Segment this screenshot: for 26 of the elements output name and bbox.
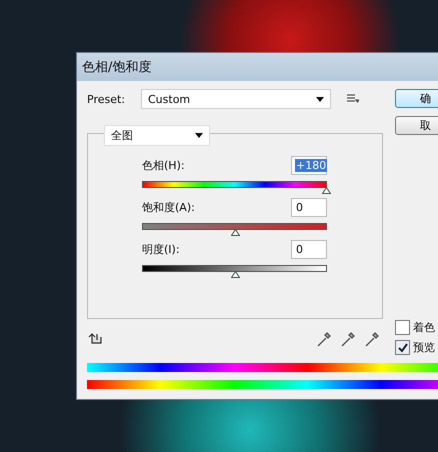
checkbox-label: 预览 [413,340,435,355]
checkbox[interactable] [395,320,410,335]
value-field[interactable]: 0 [291,240,327,259]
slider-label: 色相(H): [142,158,185,173]
eyedropper-icon[interactable] [365,331,379,347]
dialog-button[interactable]: 确 [395,89,438,108]
caret-icon [195,133,203,138]
eyedropper-icon[interactable] [317,331,331,347]
menu-icon[interactable] [347,94,359,104]
value-field[interactable]: +180 [291,156,327,175]
channel-dropdown[interactable]: 全图 [104,125,210,146]
preset-label: Preset: [87,92,126,106]
value-text: 0 [295,243,304,256]
value-text: 0 [295,201,304,214]
value-text: +180 [295,159,328,172]
checkbox-label: 着色 [413,320,435,335]
dialog-button[interactable]: 取 [395,116,438,135]
slider-thumb[interactable] [322,187,331,194]
eyedropper-icon[interactable] [341,331,355,347]
checkbox[interactable] [395,340,410,355]
preset-dropdown[interactable]: Custom [141,89,331,109]
value-field[interactable]: 0 [291,198,327,217]
window-title: 色相/饱和度 [82,59,152,76]
slider-label: 饱和度(A): [142,200,195,215]
slider-label: 明度(I): [142,242,180,257]
caret-icon [316,96,324,102]
